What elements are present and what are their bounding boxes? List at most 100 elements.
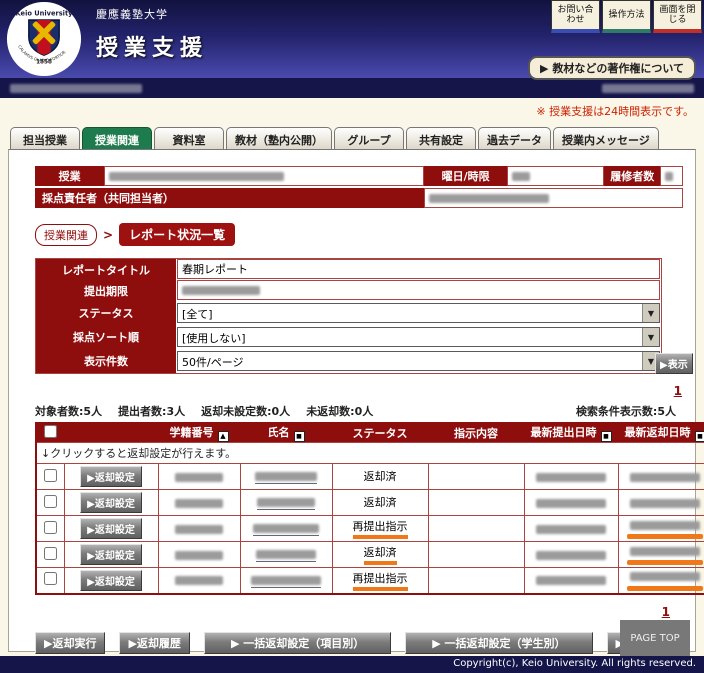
app-title: 授業支援 [96, 30, 208, 62]
row-checkbox[interactable] [44, 521, 57, 534]
submission-date-cell [524, 490, 618, 516]
return-setting-button[interactable]: ▶返却設定 [80, 570, 142, 591]
status-label: ステータス [36, 301, 176, 325]
table-row: ▶返却設定 返却済 [36, 490, 704, 516]
header-button-cell [64, 423, 158, 443]
tab-class-related[interactable]: 授業関連 [82, 127, 152, 149]
tab-share-settings[interactable]: 共有設定 [406, 127, 476, 149]
report-filter: レポートタイトル 提出期限 ステータス 採点ソート順 表示件数 春期レポート [… [35, 258, 662, 374]
dropdown-arrow-icon[interactable]: ▼ [642, 328, 659, 346]
page-top-button[interactable]: PAGE TOP [620, 620, 690, 656]
orange-highlight-bar [627, 560, 703, 565]
deadline-label: 提出期限 [36, 280, 176, 301]
sort-asc-icon[interactable]: ▲ [218, 431, 229, 442]
return-setting-button[interactable]: ▶返却設定 [80, 544, 142, 565]
breadcrumb-report-status-list[interactable]: レポート状況一覧 [119, 223, 235, 246]
bottom-actions: ▶返却実行 ▶返却履歴 ▶ 一括返却設定（項目別） ▶ 一括返却設定（学生別） … [35, 632, 695, 654]
materials-copyright-link[interactable]: ▶ 教材などの著作権について [528, 56, 696, 80]
student-id-cell [158, 516, 240, 542]
student-id-cell [158, 542, 240, 568]
return-setting-button[interactable]: ▶返却設定 [80, 518, 142, 539]
execute-return-button[interactable]: ▶返却実行 [35, 632, 105, 654]
user-info-bar [0, 78, 704, 98]
row-checkbox[interactable] [44, 469, 57, 482]
page-1-link[interactable]: 1 [674, 384, 682, 398]
stat-return-unset: 返却未設定数:0人 [201, 403, 290, 419]
bulk-return-by-item-button[interactable]: ▶ 一括返却設定（項目別） [204, 632, 391, 654]
table-row: ▶返却設定 再提出指示 [36, 568, 704, 594]
sort-label: 採点ソート順 [36, 325, 176, 349]
orange-highlight-bar [627, 534, 703, 539]
table-row: ▶返却設定 返却済 [36, 542, 704, 568]
tab-group[interactable]: グループ [334, 127, 404, 149]
stat-unreturned: 未返却数:0人 [306, 403, 373, 419]
app-header: Keio University 1858 CALAMVS GLADIO FORT… [0, 0, 704, 78]
row-checkbox[interactable] [44, 495, 57, 508]
tab-class-messages[interactable]: 授業内メッセージ [553, 127, 659, 149]
return-date-cell [618, 464, 704, 490]
per-page-label: 表示件数 [36, 349, 176, 373]
instruction-cell [428, 542, 524, 568]
instruction-cell [428, 568, 524, 594]
student-id-cell [158, 490, 240, 516]
breadcrumb: 授業関連 > レポート状況一覧 [35, 223, 683, 246]
tab-past-data[interactable]: 過去データ [478, 127, 551, 149]
row-checkbox[interactable] [44, 547, 57, 560]
sort-icon[interactable]: ■ [294, 431, 305, 442]
tab-assigned-classes[interactable]: 担当授業 [10, 127, 80, 149]
student-id-cell [158, 464, 240, 490]
tab-materials[interactable]: 教材（塾内公開） [226, 127, 332, 149]
report-status-table: 学籍番号▲ 氏名■ ステータス 指示内容 最新提出日時■ 最新返却日時■ ↓クリ… [35, 422, 704, 595]
keio-university-logo-icon: Keio University 1858 CALAMVS GLADIO FORT… [6, 1, 82, 77]
status-select[interactable]: [全て] ▼ [177, 303, 660, 323]
sort-icon[interactable]: ■ [601, 431, 612, 442]
status-value: 返却済 [364, 544, 397, 565]
breadcrumb-class-related[interactable]: 授業関連 [35, 224, 97, 246]
return-setting-button[interactable]: ▶返却設定 [80, 466, 142, 487]
student-name-link[interactable] [240, 568, 332, 594]
sort-select[interactable]: [使用しない] ▼ [177, 327, 660, 347]
bulk-return-by-student-button[interactable]: ▶ 一括返却設定（学生別） [405, 632, 592, 654]
col-instruction: 指示内容 [428, 423, 524, 443]
return-date-cell [618, 516, 704, 542]
return-setting-button[interactable]: ▶返却設定 [80, 492, 142, 513]
student-name-link[interactable] [240, 490, 332, 516]
report-title-label: レポートタイトル [36, 259, 176, 280]
enrollment-label: 履修者数 [604, 166, 660, 186]
student-id-cell [158, 568, 240, 594]
submission-date-cell [524, 568, 618, 594]
logo-university-name: Keio University [16, 9, 74, 17]
course-label: 授業 [35, 166, 104, 186]
status-value: 返却済 [364, 494, 397, 511]
university-name: 慶應義塾大学 [96, 6, 208, 22]
contact-button[interactable]: お問い合わせ [551, 0, 600, 33]
status-value: 返却済 [364, 468, 397, 485]
return-date-cell [618, 542, 704, 568]
submission-date-cell [524, 542, 618, 568]
redacted-user-name [10, 84, 142, 93]
page-1-link[interactable]: 1 [662, 605, 670, 619]
help-button[interactable]: 操作方法 [602, 0, 651, 33]
dropdown-arrow-icon[interactable]: ▼ [642, 304, 659, 322]
day-period-value [507, 166, 604, 186]
breadcrumb-separator: > [103, 228, 113, 242]
stat-submitted: 提出者数:3人 [118, 403, 185, 419]
select-all-checkbox[interactable] [44, 425, 57, 438]
row-checkbox[interactable] [44, 572, 57, 585]
student-name-link[interactable] [240, 516, 332, 542]
return-history-button[interactable]: ▶返却履歴 [119, 632, 189, 654]
student-name-link[interactable] [240, 464, 332, 490]
student-name-link[interactable] [240, 542, 332, 568]
tab-resource-room[interactable]: 資料室 [154, 127, 224, 149]
filter-labels: レポートタイトル 提出期限 ステータス 採点ソート順 表示件数 [36, 259, 176, 373]
course-info-table: 授業 曜日/時限 履修者数 採点責任者（共同担当者） [35, 164, 683, 210]
table-note: ↓クリックすると返却設定が行えます。 [36, 443, 704, 464]
footer-copyright: Copyright(c), Keio University. All right… [0, 656, 704, 673]
col-latest-return: 最新返却日時■ [618, 423, 704, 443]
display-button[interactable]: ▶表示 [655, 353, 693, 374]
sort-icon[interactable]: ■ [695, 431, 704, 442]
per-page-select[interactable]: 50件/ページ ▼ [177, 351, 660, 371]
header-nav-buttons: お問い合わせ 操作方法 画面を閉じる [551, 0, 702, 33]
close-screen-button[interactable]: 画面を閉じる [653, 0, 702, 33]
grader-value [424, 188, 683, 208]
